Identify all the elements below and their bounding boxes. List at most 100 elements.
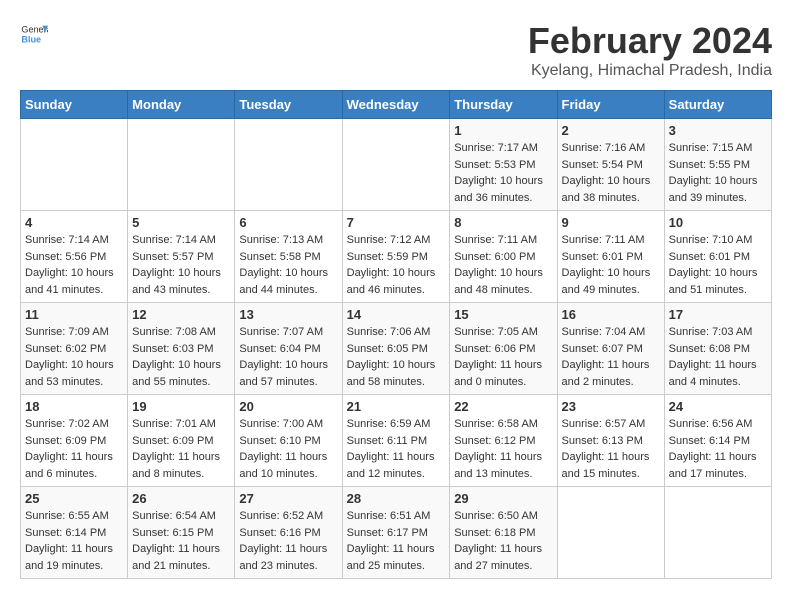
- calendar-cell: 6 Sunrise: 7:13 AM Sunset: 5:58 PM Daylig…: [235, 211, 342, 303]
- day-info: Sunrise: 6:50 AM Sunset: 6:18 PM Dayligh…: [454, 508, 552, 574]
- calendar-cell: 12Sunrise: 7:08 AM Sunset: 6:03 PM Dayli…: [128, 303, 235, 395]
- calendar-cell: 29Sunrise: 6:50 AM Sunset: 6:18 PM Dayli…: [450, 487, 557, 579]
- day-info: Sunrise: 7:14 AM Sunset: 5:56 PM Dayligh…: [25, 232, 123, 298]
- calendar-cell: [557, 487, 664, 579]
- day-info: Sunrise: 7:17 AM Sunset: 5:53 PM Dayligh…: [454, 140, 552, 206]
- day-number: 8: [454, 215, 552, 230]
- calendar-header-row: SundayMondayTuesdayWednesdayThursdayFrid…: [21, 91, 772, 119]
- day-number: 16: [562, 307, 660, 322]
- day-number: 13: [239, 307, 337, 322]
- day-info: Sunrise: 7:12 AM Sunset: 5:59 PM Dayligh…: [347, 232, 446, 298]
- calendar-cell: 18Sunrise: 7:02 AM Sunset: 6:09 PM Dayli…: [21, 395, 128, 487]
- week-row-2: 11 Sunrise: 7:09 AM Sunset: 6:02 PM Dayli…: [21, 303, 772, 395]
- header-friday: Friday: [557, 91, 664, 119]
- month-title: February 2024: [528, 20, 772, 62]
- calendar-cell: 24Sunrise: 6:56 AM Sunset: 6:14 PM Dayli…: [664, 395, 771, 487]
- day-number: 27: [239, 491, 337, 506]
- calendar-cell: 2 Sunrise: 7:16 AM Sunset: 5:54 PM Daylig…: [557, 119, 664, 211]
- calendar-cell: 22Sunrise: 6:58 AM Sunset: 6:12 PM Dayli…: [450, 395, 557, 487]
- header-thursday: Thursday: [450, 91, 557, 119]
- day-info: Sunrise: 6:52 AM Sunset: 6:16 PM Dayligh…: [239, 508, 337, 574]
- day-number: 19: [132, 399, 230, 414]
- day-number: 26: [132, 491, 230, 506]
- day-number: 28: [347, 491, 446, 506]
- calendar-cell: 25Sunrise: 6:55 AM Sunset: 6:14 PM Dayli…: [21, 487, 128, 579]
- header-tuesday: Tuesday: [235, 91, 342, 119]
- day-number: 20: [239, 399, 337, 414]
- day-info: Sunrise: 6:51 AM Sunset: 6:17 PM Dayligh…: [347, 508, 446, 574]
- day-number: 9: [562, 215, 660, 230]
- day-info: Sunrise: 7:16 AM Sunset: 5:54 PM Dayligh…: [562, 140, 660, 206]
- calendar-cell: 15 Sunrise: 7:05 AM Sunset: 6:06 PM Dayli…: [450, 303, 557, 395]
- calendar-cell: [235, 119, 342, 211]
- calendar-cell: 1 Sunrise: 7:17 AM Sunset: 5:53 PM Daylig…: [450, 119, 557, 211]
- title-section: February 2024 Kyelang, Himachal Pradesh,…: [528, 20, 772, 80]
- day-info: Sunrise: 7:00 AM Sunset: 6:10 PM Dayligh…: [239, 416, 337, 482]
- logo-icon: General Blue: [20, 20, 48, 48]
- calendar-cell: [21, 119, 128, 211]
- calendar-cell: 4 Sunrise: 7:14 AM Sunset: 5:56 PM Daylig…: [21, 211, 128, 303]
- day-info: Sunrise: 7:03 AM Sunset: 6:08 PM Dayligh…: [669, 324, 767, 390]
- logo: General Blue: [20, 20, 48, 48]
- week-row-3: 18Sunrise: 7:02 AM Sunset: 6:09 PM Dayli…: [21, 395, 772, 487]
- calendar-cell: 20 Sunrise: 7:00 AM Sunset: 6:10 PM Dayli…: [235, 395, 342, 487]
- day-info: Sunrise: 7:02 AM Sunset: 6:09 PM Dayligh…: [25, 416, 123, 482]
- location-title: Kyelang, Himachal Pradesh, India: [528, 62, 772, 80]
- day-number: 14: [347, 307, 446, 322]
- day-info: Sunrise: 7:06 AM Sunset: 6:05 PM Dayligh…: [347, 324, 446, 390]
- day-info: Sunrise: 7:01 AM Sunset: 6:09 PM Dayligh…: [132, 416, 230, 482]
- day-number: 15: [454, 307, 552, 322]
- day-number: 5: [132, 215, 230, 230]
- calendar-table: SundayMondayTuesdayWednesdayThursdayFrid…: [20, 90, 772, 579]
- header-monday: Monday: [128, 91, 235, 119]
- day-info: Sunrise: 7:04 AM Sunset: 6:07 PM Dayligh…: [562, 324, 660, 390]
- day-info: Sunrise: 6:54 AM Sunset: 6:15 PM Dayligh…: [132, 508, 230, 574]
- calendar-cell: [664, 487, 771, 579]
- day-info: Sunrise: 6:57 AM Sunset: 6:13 PM Dayligh…: [562, 416, 660, 482]
- day-number: 1: [454, 123, 552, 138]
- header-sunday: Sunday: [21, 91, 128, 119]
- day-info: Sunrise: 6:58 AM Sunset: 6:12 PM Dayligh…: [454, 416, 552, 482]
- calendar-cell: 28 Sunrise: 6:51 AM Sunset: 6:17 PM Dayli…: [342, 487, 450, 579]
- calendar-cell: 11 Sunrise: 7:09 AM Sunset: 6:02 PM Dayli…: [21, 303, 128, 395]
- calendar-cell: [128, 119, 235, 211]
- week-row-4: 25Sunrise: 6:55 AM Sunset: 6:14 PM Dayli…: [21, 487, 772, 579]
- day-number: 11: [25, 307, 123, 322]
- day-number: 21: [347, 399, 446, 414]
- day-number: 10: [669, 215, 767, 230]
- day-info: Sunrise: 7:11 AM Sunset: 6:00 PM Dayligh…: [454, 232, 552, 298]
- week-row-1: 4 Sunrise: 7:14 AM Sunset: 5:56 PM Daylig…: [21, 211, 772, 303]
- calendar-cell: 9 Sunrise: 7:11 AM Sunset: 6:01 PM Daylig…: [557, 211, 664, 303]
- calendar-cell: [342, 119, 450, 211]
- day-info: Sunrise: 7:10 AM Sunset: 6:01 PM Dayligh…: [669, 232, 767, 298]
- week-row-0: 1 Sunrise: 7:17 AM Sunset: 5:53 PM Daylig…: [21, 119, 772, 211]
- day-number: 4: [25, 215, 123, 230]
- day-number: 6: [239, 215, 337, 230]
- day-info: Sunrise: 7:13 AM Sunset: 5:58 PM Dayligh…: [239, 232, 337, 298]
- calendar-cell: 10 Sunrise: 7:10 AM Sunset: 6:01 PM Dayli…: [664, 211, 771, 303]
- day-number: 23: [562, 399, 660, 414]
- day-info: Sunrise: 7:09 AM Sunset: 6:02 PM Dayligh…: [25, 324, 123, 390]
- day-number: 2: [562, 123, 660, 138]
- calendar-cell: 17 Sunrise: 7:03 AM Sunset: 6:08 PM Dayli…: [664, 303, 771, 395]
- day-number: 17: [669, 307, 767, 322]
- calendar-cell: 27 Sunrise: 6:52 AM Sunset: 6:16 PM Dayli…: [235, 487, 342, 579]
- svg-text:Blue: Blue: [21, 34, 41, 44]
- calendar-cell: 23 Sunrise: 6:57 AM Sunset: 6:13 PM Dayli…: [557, 395, 664, 487]
- page-header: General Blue February 2024 Kyelang, Hima…: [20, 20, 772, 80]
- day-info: Sunrise: 7:14 AM Sunset: 5:57 PM Dayligh…: [132, 232, 230, 298]
- day-info: Sunrise: 7:07 AM Sunset: 6:04 PM Dayligh…: [239, 324, 337, 390]
- calendar-cell: 14 Sunrise: 7:06 AM Sunset: 6:05 PM Dayli…: [342, 303, 450, 395]
- day-number: 12: [132, 307, 230, 322]
- day-number: 3: [669, 123, 767, 138]
- calendar-cell: 7Sunrise: 7:12 AM Sunset: 5:59 PM Daylig…: [342, 211, 450, 303]
- header-saturday: Saturday: [664, 91, 771, 119]
- calendar-cell: 26 Sunrise: 6:54 AM Sunset: 6:15 PM Dayli…: [128, 487, 235, 579]
- calendar-cell: 19 Sunrise: 7:01 AM Sunset: 6:09 PM Dayli…: [128, 395, 235, 487]
- calendar-cell: 8 Sunrise: 7:11 AM Sunset: 6:00 PM Daylig…: [450, 211, 557, 303]
- day-info: Sunrise: 6:55 AM Sunset: 6:14 PM Dayligh…: [25, 508, 123, 574]
- calendar-cell: 16 Sunrise: 7:04 AM Sunset: 6:07 PM Dayli…: [557, 303, 664, 395]
- day-info: Sunrise: 7:11 AM Sunset: 6:01 PM Dayligh…: [562, 232, 660, 298]
- day-info: Sunrise: 7:05 AM Sunset: 6:06 PM Dayligh…: [454, 324, 552, 390]
- day-info: Sunrise: 7:15 AM Sunset: 5:55 PM Dayligh…: [669, 140, 767, 206]
